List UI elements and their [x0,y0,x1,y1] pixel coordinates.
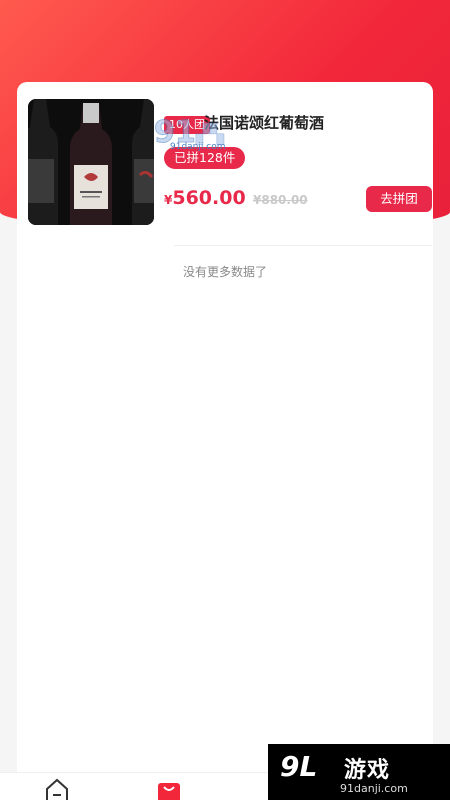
original-price: ¥880.00 [253,193,308,207]
shopping-bag-icon[interactable] [156,777,182,800]
brand-logo-mark: 9L [280,750,317,780]
svg-text:9L: 9L [280,750,317,780]
join-group-button[interactable]: 去拼团 [366,186,432,212]
watermark-url: 91danji.com [170,142,226,152]
product-image [28,99,154,225]
price-value: 560.00 [172,187,246,209]
brand-name: 游戏 [344,758,391,783]
group-price: ¥560.00 [164,187,246,209]
divider [174,245,432,246]
content-panel: 10人团 法国诺颂红葡萄酒 已拼128件 ¥560.00 ¥880.00 去拼团… [17,82,433,782]
home-icon[interactable] [44,777,70,800]
brand-url: 91danji.com [340,782,408,795]
end-of-list-text: 没有更多数据了 [182,265,267,279]
wine-bottles-image [28,99,154,225]
site-brand-banner: 9L 游戏 91danji.com [268,744,450,800]
